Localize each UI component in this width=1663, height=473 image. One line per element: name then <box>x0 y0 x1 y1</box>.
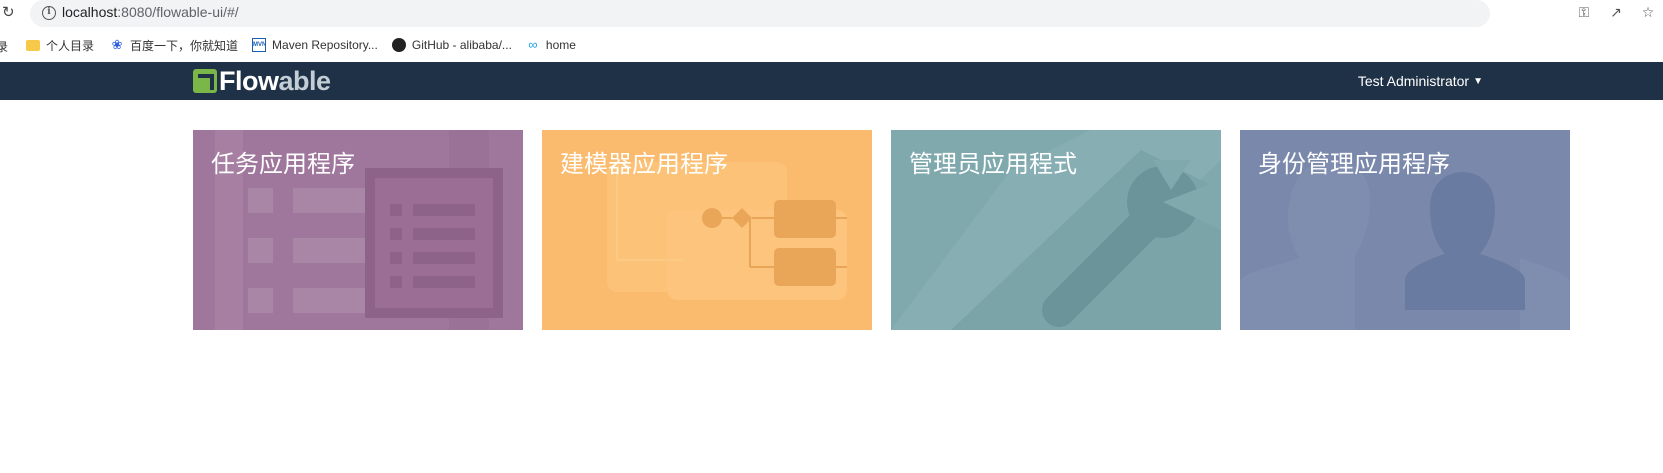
github-icon <box>391 38 406 52</box>
logo-text: Flowable <box>219 66 331 97</box>
bookmark-item[interactable]: GitHub - alibaba/... <box>391 38 512 52</box>
tile-title: 身份管理应用程序 <box>1258 150 1450 178</box>
flowable-logo[interactable]: Flowable <box>193 66 331 97</box>
star-icon[interactable]: ☆ <box>1639 4 1657 22</box>
tile-title: 任务应用程序 <box>211 150 355 178</box>
browser-action-icons: ⚿ ↗ ☆ <box>1575 4 1663 22</box>
bookmark-label: 个人目录 <box>46 38 95 53</box>
tile-admin-app[interactable]: 管理员应用程式 <box>891 130 1221 330</box>
tile-modeler-app[interactable]: 建模器应用程序 <box>542 130 872 330</box>
share-icon[interactable]: ↗ <box>1607 4 1625 22</box>
bookmark-item[interactable]: MVN Maven Repository... <box>252 38 378 52</box>
bookmark-item[interactable]: ❀ 百度一下，你就知道 <box>110 37 238 54</box>
baidu-icon: ❀ <box>111 37 123 52</box>
user-name: Test Administrator <box>1357 73 1470 89</box>
bookmark-label: 百度一下，你就知道 <box>130 38 239 53</box>
folder-icon <box>26 40 40 51</box>
tile-identity-app[interactable]: 身份管理应用程序 <box>1240 130 1570 330</box>
bookmark-label: Maven Repository... <box>272 38 378 52</box>
url-field[interactable]: i localhost:8080/flowable-ui/#/ <box>30 0 1490 27</box>
tile-title: 管理员应用程式 <box>909 150 1077 178</box>
bookmark-truncated[interactable]: 录 <box>0 38 8 55</box>
info-icon[interactable]: i <box>42 6 56 20</box>
url-text[interactable]: localhost:8080/flowable-ui/#/ <box>62 4 239 20</box>
user-menu-toggle[interactable]: Test Administrator ▼ <box>1358 73 1483 89</box>
bookmark-item[interactable]: ∞ home <box>526 37 576 53</box>
bookmark-item[interactable]: 个人目录 <box>26 37 94 54</box>
tile-title: 建模器应用程序 <box>560 150 728 178</box>
flowable-logo-icon <box>193 69 217 93</box>
bookmark-label: home <box>545 38 576 52</box>
maven-icon: MVN <box>252 38 266 52</box>
key-icon[interactable]: ⚿ <box>1575 4 1593 22</box>
url-path: :8080/flowable-ui/#/ <box>117 4 239 20</box>
reload-icon[interactable]: ↻ <box>2 4 18 20</box>
bookmarks-bar: 录 个人目录 ❀ 百度一下，你就知道 MVN Maven Repository.… <box>0 32 1663 58</box>
browser-address-bar: ↻ i localhost:8080/flowable-ui/#/ ⚿ ↗ ☆ <box>0 0 1663 28</box>
tile-task-app[interactable]: 任务应用程序 <box>193 130 523 330</box>
chevron-down-icon: ▼ <box>1473 75 1483 87</box>
logo-text-able: able <box>278 65 332 96</box>
bookmark-label: GitHub - alibaba/... <box>411 38 512 52</box>
app-navbar: Flowable Test Administrator ▼ <box>0 62 1663 100</box>
logo-text-flow: Flow <box>219 65 279 96</box>
app-tiles: 任务应用程序 建模器应用程序 管理员应用程式 身份管理应用程序 <box>193 130 1570 330</box>
infinity-icon: ∞ <box>528 37 538 52</box>
url-host: localhost <box>62 4 118 20</box>
